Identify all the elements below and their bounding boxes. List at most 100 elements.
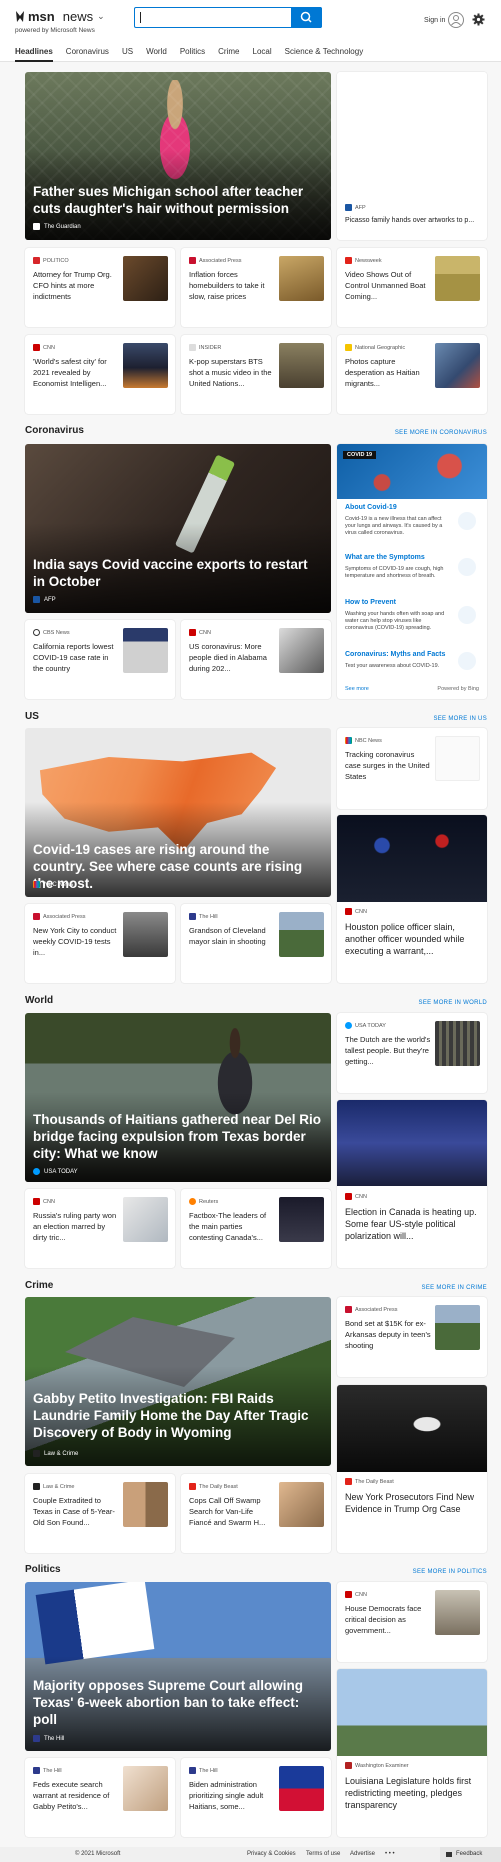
coronavirus-hero-story[interactable]: India says Covid vaccine exports to rest…: [25, 444, 331, 613]
user-avatar-icon[interactable]: [448, 12, 464, 28]
covid-see-more-link[interactable]: See more: [345, 686, 369, 692]
hero-headline[interactable]: Covid-19 cases are rising around the cou…: [33, 841, 323, 892]
story-headline[interactable]: Factbox-The leaders of the main parties …: [189, 1210, 275, 1243]
section-title-coronavirus[interactable]: Coronavirus: [25, 425, 84, 436]
more-options-button[interactable]: • • •: [385, 1851, 395, 1857]
covid-prevent-link[interactable]: How to Prevent: [345, 599, 396, 606]
news-card[interactable]: Newsweek Video Shows Out of Control Unma…: [337, 248, 487, 327]
news-card[interactable]: Associated Press Inflation forces homebu…: [181, 248, 331, 327]
see-more-crime-link[interactable]: SEE MORE IN CRIME: [422, 1285, 487, 1291]
news-card[interactable]: Associated Press Bond set at $15K for ex…: [337, 1297, 487, 1377]
covid-symptoms-link[interactable]: What are the Symptoms: [345, 554, 425, 561]
story-headline[interactable]: Feds execute search warrant at residence…: [33, 1779, 119, 1812]
see-more-us-link[interactable]: SEE MORE IN US: [433, 716, 487, 722]
tab-local[interactable]: Local: [253, 47, 272, 62]
news-card[interactable]: CNN US coronavirus: More people died in …: [181, 620, 331, 699]
covid-about-link[interactable]: About Covid-19: [345, 504, 397, 511]
story-source: Associated Press: [189, 257, 242, 264]
story-headline[interactable]: Louisiana Legislature holds first redist…: [345, 1775, 479, 1811]
news-card[interactable]: NBC News Tracking coronavirus case surge…: [337, 728, 487, 809]
chevron-down-icon[interactable]: ⌄: [97, 11, 105, 22]
covid-myths-link[interactable]: Coronavirus: Myths and Facts: [345, 651, 445, 658]
story-headline[interactable]: House Democrats face critical decision a…: [345, 1603, 431, 1636]
world-hero-story[interactable]: Thousands of Haitians gathered near Del …: [25, 1013, 331, 1182]
news-card[interactable]: National Geographic Photos capture despe…: [337, 335, 487, 414]
privacy-link[interactable]: Privacy & Cookies: [247, 1851, 296, 1857]
tab-us[interactable]: US: [122, 47, 133, 62]
terms-link[interactable]: Terms of use: [306, 1851, 340, 1857]
tab-crime[interactable]: Crime: [218, 47, 239, 62]
story-headline[interactable]: New York Prosecutors Find New Evidence i…: [345, 1491, 479, 1515]
news-card-large[interactable]: CNN Houston police officer slain, anothe…: [337, 815, 487, 983]
story-headline[interactable]: Cops Call Off Swamp Search for Van-Life …: [189, 1495, 275, 1528]
hero-headline[interactable]: India says Covid vaccine exports to rest…: [33, 556, 323, 590]
news-card[interactable]: CNN House Democrats face critical decisi…: [337, 1582, 487, 1662]
story-headline[interactable]: Video Shows Out of Control Unmanned Boat…: [345, 269, 431, 302]
story-headline[interactable]: Inflation forces homebuilders to take it…: [189, 269, 275, 302]
news-card[interactable]: Associated Press New York City to conduc…: [25, 904, 175, 983]
story-headline[interactable]: Grandson of Cleveland mayor slain in sho…: [189, 925, 275, 947]
news-card[interactable]: USA TODAY The Dutch are the world's tall…: [337, 1013, 487, 1093]
news-card[interactable]: CBS News California reports lowest COVID…: [25, 620, 175, 699]
top-hero-story[interactable]: Father sues Michigan school after teache…: [25, 72, 331, 240]
gear-icon[interactable]: [472, 13, 485, 26]
news-card[interactable]: The Hill Biden administration prioritizi…: [181, 1758, 331, 1837]
news-card[interactable]: The Hill Feds execute search warrant at …: [25, 1758, 175, 1837]
story-headline[interactable]: Houston police officer slain, another of…: [345, 921, 479, 957]
search-button[interactable]: [291, 7, 322, 28]
hero-headline[interactable]: Father sues Michigan school after teache…: [33, 183, 323, 217]
news-card[interactable]: The Daily Beast Cops Call Off Swamp Sear…: [181, 1474, 331, 1553]
story-headline[interactable]: Photos capture desperation as Haitian mi…: [345, 356, 431, 389]
see-more-coronavirus-link[interactable]: SEE MORE IN CORONAVIRUS: [395, 430, 487, 436]
tab-world[interactable]: World: [146, 47, 167, 62]
story-headline[interactable]: Tracking coronavirus case surges in the …: [345, 749, 431, 782]
story-headline[interactable]: Russia's ruling party won an election ma…: [33, 1210, 119, 1243]
section-title-us[interactable]: US: [25, 711, 39, 722]
story-headline[interactable]: K-pop superstars BTS shot a music video …: [189, 356, 275, 389]
news-card[interactable]: POLITICO Attorney for Trump Org. CFO hin…: [25, 248, 175, 327]
us-hero-story[interactable]: Covid-19 cases are rising around the cou…: [25, 728, 331, 897]
news-card[interactable]: Law & Crime Couple Extradited to Texas i…: [25, 1474, 175, 1553]
see-more-politics-link[interactable]: SEE MORE IN POLITICS: [413, 1569, 487, 1575]
news-menu-button[interactable]: news: [63, 9, 93, 24]
hero-headline[interactable]: Majority opposes Supreme Court allowing …: [33, 1677, 323, 1728]
see-more-world-link[interactable]: SEE MORE IN WORLD: [419, 1000, 487, 1006]
news-card[interactable]: INSIDER K-pop superstars BTS shot a musi…: [181, 335, 331, 414]
story-headline[interactable]: The Dutch are the world's tallest people…: [345, 1034, 431, 1067]
news-card-large[interactable]: Washington Examiner Louisiana Legislatur…: [337, 1669, 487, 1837]
story-headline[interactable]: Bond set at $15K for ex-Arkansas deputy …: [345, 1318, 431, 1351]
sign-in-link[interactable]: Sign in: [424, 17, 445, 24]
tab-coronavirus[interactable]: Coronavirus: [66, 47, 109, 62]
advertise-link[interactable]: Advertise: [350, 1851, 375, 1857]
politics-hero-story[interactable]: Majority opposes Supreme Court allowing …: [25, 1582, 331, 1751]
story-thumbnail: [279, 912, 324, 957]
news-card[interactable]: CNN 'World's safest city' for 2021 revea…: [25, 335, 175, 414]
news-card-large[interactable]: CNN Election in Canada is heating up. So…: [337, 1100, 487, 1268]
story-headline[interactable]: US coronavirus: More people died in Alab…: [189, 641, 275, 674]
news-card[interactable]: Reuters Factbox-The leaders of the main …: [181, 1189, 331, 1268]
top-right-story[interactable]: AFP Picasso family hands over artworks t…: [337, 72, 487, 240]
story-headline[interactable]: Election in Canada is heating up. Some f…: [345, 1206, 479, 1242]
news-card[interactable]: The Hill Grandson of Cleveland mayor sla…: [181, 904, 331, 983]
news-card[interactable]: CNN Russia's ruling party won an electio…: [25, 1189, 175, 1268]
msn-logo[interactable]: msn news ⌄: [14, 9, 105, 24]
hero-headline[interactable]: Thousands of Haitians gathered near Del …: [33, 1111, 323, 1162]
story-headline[interactable]: 'World's safest city' for 2021 revealed …: [33, 356, 119, 389]
section-title-crime[interactable]: Crime: [25, 1280, 53, 1291]
feedback-button[interactable]: Feedback: [440, 1847, 501, 1862]
section-title-politics[interactable]: Politics: [25, 1564, 61, 1575]
tab-politics[interactable]: Politics: [180, 47, 205, 62]
tab-headlines[interactable]: Headlines: [15, 47, 53, 62]
story-headline[interactable]: Picasso family hands over artworks to p.…: [345, 217, 474, 224]
hero-headline[interactable]: Gabby Petito Investigation: FBI Raids La…: [33, 1390, 323, 1441]
story-source-label: National Geographic: [355, 344, 406, 351]
tab-science-technology[interactable]: Science & Technology: [285, 47, 364, 62]
story-headline[interactable]: Attorney for Trump Org. CFO hints at mor…: [33, 269, 119, 302]
section-title-world[interactable]: World: [25, 995, 53, 1006]
story-headline[interactable]: Biden administration prioritizing single…: [189, 1779, 275, 1812]
story-headline[interactable]: New York City to conduct weekly COVID-19…: [33, 925, 119, 958]
news-card-large[interactable]: The Daily Beast New York Prosecutors Fin…: [337, 1385, 487, 1553]
story-headline[interactable]: California reports lowest COVID-19 case …: [33, 641, 119, 674]
story-headline[interactable]: Couple Extradited to Texas in Case of 5-…: [33, 1495, 119, 1528]
crime-hero-story[interactable]: Gabby Petito Investigation: FBI Raids La…: [25, 1297, 331, 1466]
